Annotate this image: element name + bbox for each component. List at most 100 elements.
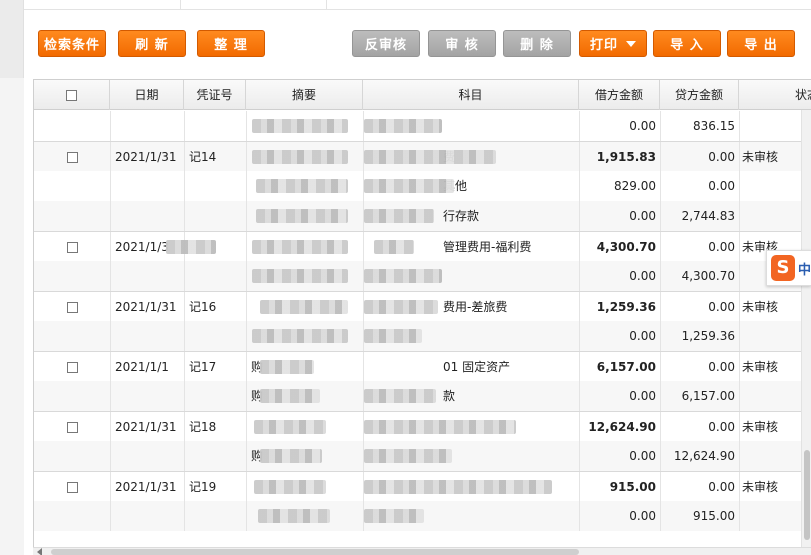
row-select-cell bbox=[34, 472, 110, 502]
row-checkbox[interactable] bbox=[66, 362, 78, 373]
cell-date: 2021/1/31 bbox=[115, 150, 177, 164]
search-conditions-button[interactable]: 检索条件 bbox=[38, 30, 106, 57]
redacted-region bbox=[364, 389, 436, 403]
redacted-region bbox=[364, 480, 552, 494]
cell-credit: 0.00 bbox=[708, 420, 735, 434]
redacted-region bbox=[260, 360, 314, 374]
redacted-region bbox=[364, 119, 442, 133]
export-label: 导 出 bbox=[744, 38, 778, 53]
cell-no bbox=[184, 381, 246, 411]
row-checkbox[interactable] bbox=[66, 482, 78, 493]
search-conditions-label: 检索条件 bbox=[43, 38, 100, 53]
row-select-cell bbox=[34, 381, 110, 411]
voucher-table: 日期 凭证号 摘要 科目 借方金额 贷方金额 状态 0.00 836.15 2021… bbox=[33, 79, 811, 555]
redacted-region bbox=[260, 389, 320, 403]
cell-no bbox=[184, 111, 246, 141]
refresh-button[interactable]: 刷 新 bbox=[118, 30, 186, 57]
table-row[interactable]: 0.00 836.15 bbox=[34, 111, 811, 141]
vertical-scroll-thumb[interactable] bbox=[804, 450, 810, 540]
cell-credit: 4,300.70 bbox=[681, 269, 735, 283]
row-checkbox[interactable] bbox=[66, 242, 78, 253]
cell-credit: 12,624.90 bbox=[673, 449, 735, 463]
ime-toolbar[interactable]: S 中 bbox=[766, 250, 811, 286]
table-row[interactable]: 0.00 4,300.70 bbox=[34, 261, 811, 291]
table-row[interactable]: 购款 0.00 6,157.00 bbox=[34, 381, 811, 411]
unaudit-label: 反审核 bbox=[364, 38, 407, 53]
table-row[interactable]: 2021/1/31记14费1,915.830.00未审核 bbox=[34, 141, 811, 172]
audit-button[interactable]: 审 核 bbox=[428, 30, 496, 57]
delete-label: 删 除 bbox=[520, 38, 554, 53]
cell-debit: 1,915.83 bbox=[596, 150, 656, 164]
cell-date bbox=[110, 501, 184, 531]
table-row[interactable]: 2021/1/31 记19 915.00 0.00 未审核 bbox=[34, 471, 811, 502]
horizontal-scrollbar[interactable] bbox=[33, 547, 811, 555]
vertical-scrollbar[interactable] bbox=[801, 110, 811, 550]
row-checkbox[interactable] bbox=[66, 422, 78, 433]
scroll-left-arrow-icon[interactable] bbox=[37, 548, 42, 555]
redacted-region bbox=[364, 150, 496, 164]
row-select-cell bbox=[34, 232, 110, 262]
cell-no: 记16 bbox=[189, 300, 217, 314]
tab-1[interactable] bbox=[24, 0, 181, 10]
table-row[interactable]: 2021/1/31 记16 费用-差旅费 1,259.36 0.00 未审核 bbox=[34, 291, 811, 322]
cell-credit: 0.00 bbox=[708, 480, 735, 494]
cell-debit: 829.00 bbox=[614, 179, 656, 193]
cell-debit: 0.00 bbox=[629, 269, 656, 283]
import-button[interactable]: 导 入 bbox=[653, 30, 721, 57]
redacted-region bbox=[364, 420, 516, 434]
cell-date: 2021/1/31 bbox=[115, 420, 177, 434]
header-select-all[interactable] bbox=[34, 80, 110, 110]
table-row[interactable]: 0.00 1,259.36 bbox=[34, 321, 811, 351]
horizontal-scroll-thumb[interactable] bbox=[51, 549, 579, 555]
ime-mode-indicator[interactable]: 中 bbox=[798, 259, 811, 278]
cell-date bbox=[110, 111, 184, 141]
table-row[interactable]: 行存款 0.00 2,744.83 bbox=[34, 201, 811, 231]
cell-date: 2021/1/1 bbox=[115, 360, 169, 374]
cell-debit: 0.00 bbox=[629, 209, 656, 223]
cell-no: 记17 bbox=[189, 360, 217, 374]
delete-button[interactable]: 删 除 bbox=[503, 30, 571, 57]
cell-no: 记14 bbox=[189, 150, 217, 164]
table-row[interactable]: 2021/1/1 记17 购 01 固定资产 6,157.00 0.00 未审核 bbox=[34, 351, 811, 382]
caret-down-icon bbox=[626, 40, 636, 47]
unaudit-button[interactable]: 反审核 bbox=[352, 30, 420, 57]
cell-date bbox=[110, 441, 184, 471]
cell-debit: 1,259.36 bbox=[596, 300, 656, 314]
redacted-region bbox=[374, 240, 414, 254]
row-select-cell bbox=[34, 171, 110, 201]
cell-credit: 836.15 bbox=[693, 119, 735, 133]
cell-credit: 0.00 bbox=[708, 300, 735, 314]
cell-debit: 4,300.70 bbox=[596, 240, 656, 254]
row-select-cell bbox=[34, 201, 110, 231]
header-debit: 借方金额 bbox=[579, 80, 660, 110]
cell-date bbox=[110, 261, 184, 291]
redacted-region bbox=[364, 269, 442, 283]
row-checkbox[interactable] bbox=[66, 152, 78, 163]
table-row[interactable]: 0.00 915.00 bbox=[34, 501, 811, 531]
print-button[interactable]: 打印 bbox=[579, 30, 647, 57]
table-row[interactable]: 购 0.00 12,624.90 bbox=[34, 441, 811, 471]
redacted-region bbox=[364, 509, 424, 523]
row-select-cell bbox=[34, 142, 110, 172]
table-row[interactable]: 其他 829.00 0.00 bbox=[34, 171, 811, 201]
header-subject: 科目 bbox=[363, 80, 579, 110]
header-summary: 摘要 bbox=[246, 80, 363, 110]
cell-credit: 0.00 bbox=[708, 240, 735, 254]
redacted-region bbox=[252, 269, 348, 283]
cell-no bbox=[184, 501, 246, 531]
redacted-region bbox=[364, 179, 454, 193]
redacted-region bbox=[364, 449, 452, 463]
organize-label: 整 理 bbox=[214, 38, 248, 53]
row-checkbox[interactable] bbox=[66, 302, 78, 313]
row-select-cell bbox=[34, 441, 110, 471]
row-select-cell bbox=[34, 321, 110, 351]
row-select-cell bbox=[34, 501, 110, 531]
export-button[interactable]: 导 出 bbox=[727, 30, 795, 57]
table-row[interactable]: 2021/1/3 管理费用-福利费 4,300.70 0.00 未审核 bbox=[34, 231, 811, 262]
table-row[interactable]: 2021/1/31 记18 12,624.90 0.00 未审核 bbox=[34, 411, 811, 442]
tab-2[interactable] bbox=[181, 0, 327, 10]
cell-subject: 01 固定资产 bbox=[443, 360, 511, 374]
select-all-checkbox[interactable] bbox=[66, 90, 77, 101]
header-date: 日期 bbox=[110, 80, 184, 110]
organize-button[interactable]: 整 理 bbox=[197, 30, 265, 57]
